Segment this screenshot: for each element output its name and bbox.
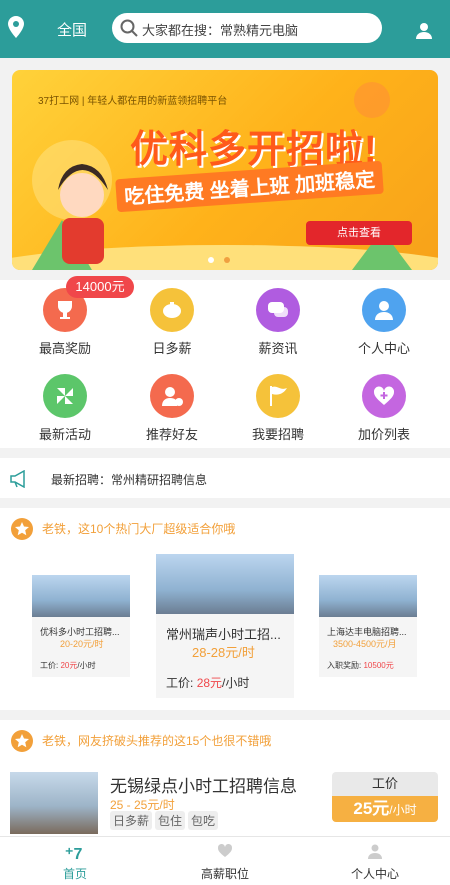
tab-label: 首页 bbox=[62, 867, 87, 881]
menu-label: 推荐好友 bbox=[145, 427, 198, 442]
person-icon bbox=[362, 288, 406, 332]
pinwheel-icon bbox=[43, 374, 87, 418]
search-input[interactable]: 大家都在搜：常熟精元电脑 bbox=[112, 13, 382, 43]
add-friend-icon bbox=[150, 374, 194, 418]
menu-item-daily-pay[interactable]: 日多薪 bbox=[122, 282, 222, 362]
job-tag: 日多薪 bbox=[110, 811, 153, 830]
tab-home[interactable]: ⁺7 首页 bbox=[0, 837, 150, 885]
job-card-wage: 工价: 28元/小时 bbox=[166, 676, 250, 690]
menu-item-latest-events[interactable]: 最新活动 bbox=[15, 368, 115, 448]
search-placeholder: 大家都在搜：常熟精元电脑 bbox=[142, 23, 299, 38]
menu-label: 最新活动 bbox=[38, 427, 91, 442]
job-card[interactable]: 常州瑞声小时工招... 28-28元/时 工价: 28元/小时 bbox=[156, 554, 294, 698]
job-card-image bbox=[156, 554, 294, 614]
wage-box: 工价 25元/小时 bbox=[332, 772, 438, 822]
tab-personal-center[interactable]: 个人中心 bbox=[300, 837, 450, 885]
top-header: 全国 大家都在搜：常熟精元电脑 bbox=[0, 0, 450, 58]
star-icon bbox=[11, 730, 33, 752]
user-icon[interactable] bbox=[415, 22, 433, 40]
city-selector[interactable]: 全国 bbox=[57, 19, 87, 40]
menu-label: 日多薪 bbox=[152, 341, 192, 356]
wage-label: 工价 bbox=[332, 772, 438, 796]
hot-jobs-section: 老铁，这10个热门大厂超级适合你哦 优科多小时工招聘... 20-20元/时 工… bbox=[0, 508, 450, 710]
star-icon bbox=[11, 518, 33, 540]
location-pin-icon[interactable] bbox=[8, 16, 24, 38]
section-header: 老铁，网友挤破头推荐的这15个也很不错哦 bbox=[0, 720, 450, 758]
news-ticker[interactable]: 最新招聘：常州精研招聘信息 bbox=[0, 458, 450, 498]
menu-label: 我要招聘 bbox=[251, 427, 304, 442]
job-card-price: 3500-4500元/月 bbox=[333, 639, 397, 649]
job-card-wage: 工价: 20元/小时 bbox=[40, 661, 96, 670]
flag-icon bbox=[256, 374, 300, 418]
job-card-image bbox=[32, 575, 130, 617]
tab-high-salary[interactable]: 高薪职位 bbox=[150, 837, 300, 885]
job-title: 无锡绿点小时工招聘信息 bbox=[110, 777, 297, 796]
menu-label: 加价列表 bbox=[357, 427, 410, 442]
menu-item-personal-center[interactable]: 个人中心 bbox=[334, 282, 434, 362]
menu-label: 个人中心 bbox=[357, 341, 410, 356]
menu-item-refer-friend[interactable]: 推荐好友 bbox=[122, 368, 222, 448]
list-item[interactable]: 无锡绿点小时工招聘信息 25 - 25元/时 日多薪 包住 包吃 工价 25元/小时 bbox=[0, 768, 450, 838]
job-card[interactable]: 上海达丰电脑招聘... 3500-4500元/月 入职奖励: 10500元 bbox=[319, 575, 417, 677]
job-tag: 包住 bbox=[155, 811, 186, 830]
job-card-price: 20-20元/时 bbox=[60, 639, 104, 649]
section-title: 老铁，网友挤破头推荐的这15个也很不错哦 bbox=[42, 734, 272, 748]
promo-banner[interactable]: 37打工网 | 年轻人都在用的新蓝领招聘平台 优科多开招啦! 吃住免费 坐着上班… bbox=[12, 70, 438, 270]
job-card-image bbox=[319, 575, 417, 617]
banner-view-button[interactable]: 点击查看 bbox=[306, 221, 412, 245]
section-header: 老铁，这10个热门大厂超级适合你哦 bbox=[0, 508, 450, 546]
menu-item-bonus-list[interactable]: 加价列表 bbox=[334, 368, 434, 448]
heart-plus-icon bbox=[362, 374, 406, 418]
reward-badge: 14000元 bbox=[66, 276, 134, 298]
tab-label: 个人中心 bbox=[350, 867, 399, 881]
menu-item-salary-news[interactable]: 薪资讯 bbox=[228, 282, 328, 362]
home-logo-icon: ⁺7 bbox=[0, 843, 150, 865]
job-card-wage: 入职奖励: 10500元 bbox=[327, 661, 394, 670]
chat-icon bbox=[256, 288, 300, 332]
carousel-dot[interactable] bbox=[224, 257, 230, 263]
piggy-bank-icon bbox=[150, 288, 194, 332]
news-text: 最新招聘：常州精研招聘信息 bbox=[51, 473, 208, 487]
job-card-title: 常州瑞声小时工招... bbox=[166, 627, 281, 642]
heart-icon bbox=[150, 843, 300, 865]
svg-text:⁺7: ⁺7 bbox=[65, 846, 82, 863]
job-tags: 日多薪 包住 包吃 bbox=[110, 811, 221, 830]
job-tag: 包吃 bbox=[188, 811, 219, 830]
carousel-indicator bbox=[208, 250, 240, 268]
bottom-tab-bar: ⁺7 首页 高薪职位 个人中心 bbox=[0, 836, 450, 885]
feature-grid: 最高奖励 日多薪 薪资讯 个人中心 最新活动 推荐好友 我要招聘 加价列表 bbox=[0, 280, 450, 448]
tab-label: 高薪职位 bbox=[200, 867, 249, 881]
section-title: 老铁，这10个热门大厂超级适合你哦 bbox=[42, 522, 236, 536]
banner-brand: 37打工网 | 年轻人都在用的新蓝领招聘平台 bbox=[38, 96, 228, 107]
menu-label: 最高奖励 bbox=[38, 341, 91, 356]
search-icon bbox=[120, 19, 138, 37]
menu-label: 薪资讯 bbox=[258, 341, 298, 356]
job-image bbox=[10, 772, 98, 834]
person-icon bbox=[300, 843, 450, 865]
menu-item-post-job[interactable]: 我要招聘 bbox=[228, 368, 328, 448]
job-card-price: 28-28元/时 bbox=[192, 645, 255, 660]
job-card[interactable]: 优科多小时工招聘... 20-20元/时 工价: 20元/小时 bbox=[32, 575, 130, 677]
megaphone-icon bbox=[10, 470, 25, 488]
carousel-dot[interactable] bbox=[208, 257, 214, 263]
wage-value: 25元/小时 bbox=[332, 796, 438, 822]
